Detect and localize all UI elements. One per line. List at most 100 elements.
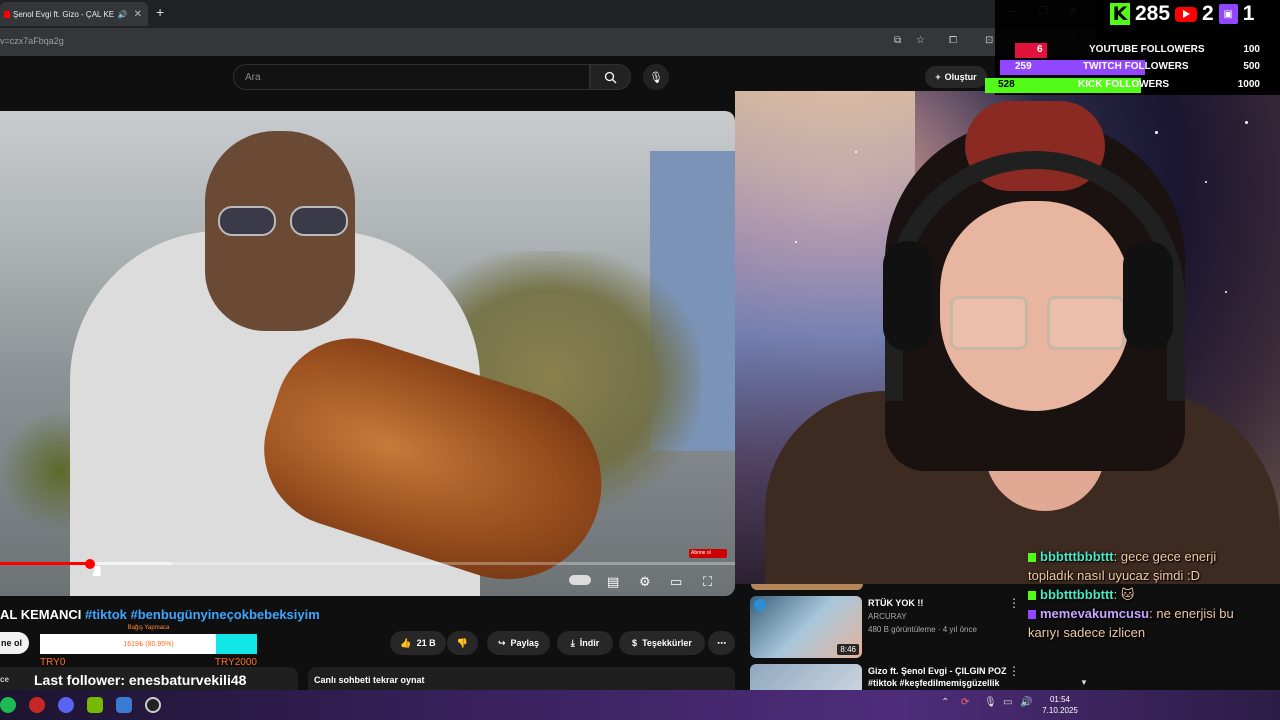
tray-mic-icon[interactable]: 🎙 — [984, 697, 997, 708]
more-actions-button[interactable]: ⋯ — [708, 631, 735, 655]
windows-taskbar — [0, 690, 1280, 720]
address-bar: v=czx7aFbqa2g ⧉ ☆ ⧠ ⊡ ⋮ — [0, 28, 1095, 56]
youtube-header: Ara 🎙 + Oluştur — [0, 56, 995, 96]
fullscreen-icon[interactable]: ⛶ — [703, 574, 712, 590]
recommendation-channel[interactable]: ARCURAY — [868, 612, 907, 621]
subtitles-icon[interactable]: ▤ — [607, 574, 619, 590]
chat-message: bbbtttbbbttt: gece gece enerji topladık … — [1028, 549, 1217, 583]
last-follower-text: Last follower: enesbaturvekili48 — [34, 672, 247, 688]
chat-message: memevakumcusu: ne enerjisi bu karıyı sad… — [1028, 606, 1234, 640]
like-button[interactable]: 👍 21 B — [390, 631, 446, 655]
star — [855, 151, 857, 153]
scroll-down-arrow-icon[interactable]: ▼ — [1080, 678, 1088, 687]
browser-tab-bar: Şenol Evgi ft. Gizo - ÇAL KE 🔊 ✕ + — ❐ ✕ — [0, 0, 1095, 28]
cast-icon[interactable]: ⧉ — [894, 35, 901, 46]
chat-message: bbbtttbbbttt: 🐱 — [1028, 585, 1258, 604]
donation-goal-amount: 1619₺ (80.95%) — [123, 641, 174, 648]
donation-goal-widget: Bağış Yapmaca 1619₺ (80.95%) TRY0 TRY200… — [40, 625, 257, 669]
goal-current: 6 — [1037, 44, 1043, 55]
search-input[interactable]: Ara — [233, 64, 590, 90]
browser-tab[interactable]: Şenol Evgi ft. Gizo - ÇAL KE 🔊 ✕ — [0, 2, 148, 26]
create-label: Oluştur — [944, 72, 977, 82]
video-person-sunglasses — [218, 206, 348, 238]
voice-search-button[interactable]: 🎙 — [643, 64, 669, 90]
youtube-favicon-icon — [4, 10, 10, 18]
star — [795, 241, 797, 243]
twitch-badge-icon — [1028, 610, 1036, 619]
bookmark-star-icon[interactable]: ☆ — [916, 35, 925, 46]
dislike-button[interactable]: 👎 — [447, 631, 478, 655]
new-tab-icon[interactable]: + — [156, 4, 164, 20]
chat-replay-button[interactable]: Canlı sohbeti tekrar oynat — [308, 667, 735, 691]
youtube-followers-goal: 6 YOUTUBE FOLLOWERS 100 — [1015, 43, 1280, 58]
kick-badge-icon — [1028, 553, 1036, 562]
search-icon — [604, 71, 617, 83]
goal-target: 500 — [1243, 61, 1260, 72]
obs-icon[interactable] — [145, 697, 161, 713]
kick-count: 285 — [1135, 2, 1171, 25]
more-horizontal-icon: ⋯ — [717, 637, 726, 648]
video-title: AL KEMANCI #tiktok #benbugünyineçokbebek… — [0, 607, 320, 622]
clock-date: 7.10.2025 — [1042, 706, 1078, 715]
star — [1155, 131, 1158, 134]
more-vertical-icon[interactable]: ⋮ — [1008, 664, 1020, 678]
donation-goal-label: Bağış Yapmaca — [127, 625, 170, 631]
last-follower-banner: ce Last follower: enesbaturvekili48 — [0, 667, 298, 691]
star — [1245, 121, 1248, 124]
settings-gear-icon[interactable]: ⚙ — [639, 574, 651, 590]
chat-text: 🐱 — [1120, 587, 1135, 602]
tray-overflow-icon[interactable]: ⌃ — [941, 697, 949, 708]
search-button[interactable] — [590, 64, 631, 90]
autoplay-toggle[interactable] — [569, 575, 591, 585]
progress-played — [0, 562, 91, 565]
extensions-icon[interactable]: ⧠ — [949, 35, 957, 46]
download-button[interactable]: ⤓ İndir — [557, 631, 613, 655]
tray-app-icon[interactable]: ⟳ — [961, 697, 969, 708]
goal-target: 1000 — [1237, 79, 1260, 90]
goal-target: 100 — [1243, 44, 1260, 55]
download-icon: ⤓ — [570, 637, 575, 648]
star — [1205, 181, 1207, 183]
speaker-icon[interactable]: 🔊 — [118, 10, 128, 19]
more-vertical-icon[interactable]: ⋮ — [1008, 596, 1020, 610]
recommendation-item[interactable]: Gizo ft. Şenol Evgi - ÇILGIN POZ #tiktok… — [750, 664, 1085, 690]
twitch-count: 1 — [1242, 2, 1255, 25]
platform-follower-counts: K 285 2 ▣ 1 — [1110, 2, 1254, 26]
stream-chat-overlay: bbbtttbbbttt: gece gece enerji topladık … — [1028, 547, 1258, 642]
video-title-hashtags[interactable]: #tiktok #benbugünyineçokbebeksiyim — [85, 607, 320, 622]
thanks-button[interactable]: $ Teşekkürler — [619, 631, 705, 655]
url-field[interactable]: v=czx7aFbqa2g — [0, 36, 64, 46]
download-label: İndir — [579, 638, 600, 648]
app-blue-icon[interactable] — [116, 697, 132, 713]
star — [1225, 291, 1227, 293]
app-red-icon[interactable] — [29, 697, 45, 713]
create-button[interactable]: + Oluştur — [925, 66, 987, 88]
kick-followers-goal: 528 KICK FOLLOWERS 1000 — [985, 78, 1280, 93]
nvidia-icon[interactable] — [87, 697, 103, 713]
tray-volume-icon[interactable]: 🔊 — [1020, 697, 1032, 708]
plus-icon: + — [935, 72, 941, 82]
recommendation-meta: 480 B görüntüleme · 4 yıl önce — [868, 625, 977, 634]
video-player[interactable]: Abone ol ▤ ⚙ ▭ ⛶ — [0, 111, 735, 596]
subscribe-watermark[interactable]: Abone ol — [689, 549, 727, 558]
close-tab-icon[interactable]: ✕ — [134, 9, 142, 20]
subscribe-button[interactable]: ne ol — [0, 632, 29, 654]
goal-label: TWITCH FOLLOWERS — [1083, 61, 1189, 72]
theater-mode-icon[interactable]: ▭ — [670, 574, 682, 590]
recommendation-thumbnail[interactable] — [750, 664, 862, 690]
goal-current: 528 — [998, 79, 1015, 90]
screenshot-icon[interactable]: ⊡ — [985, 35, 993, 46]
recommendation-title[interactable]: RTÜK YOK !! — [868, 597, 1018, 609]
headset-left-cup — [883, 241, 933, 351]
discord-icon[interactable] — [58, 697, 74, 713]
thumbs-up-icon: 👍 — [400, 637, 412, 648]
chat-username: bbbtttbbbttt — [1040, 549, 1114, 564]
recommendation-title[interactable]: Gizo ft. Şenol Evgi - ÇILGIN POZ #tiktok… — [868, 665, 1028, 689]
kick-badge-icon — [1028, 591, 1036, 600]
webcam-feed — [735, 91, 1280, 584]
tray-display-icon[interactable]: ▭ — [1003, 697, 1012, 708]
spotify-icon[interactable] — [0, 697, 16, 713]
recommendation-thumbnail[interactable]: 8:46 — [750, 596, 862, 658]
system-clock[interactable]: 01:54 7.10.2025 — [1040, 694, 1080, 716]
share-button[interactable]: ↪ Paylaş — [487, 631, 550, 655]
